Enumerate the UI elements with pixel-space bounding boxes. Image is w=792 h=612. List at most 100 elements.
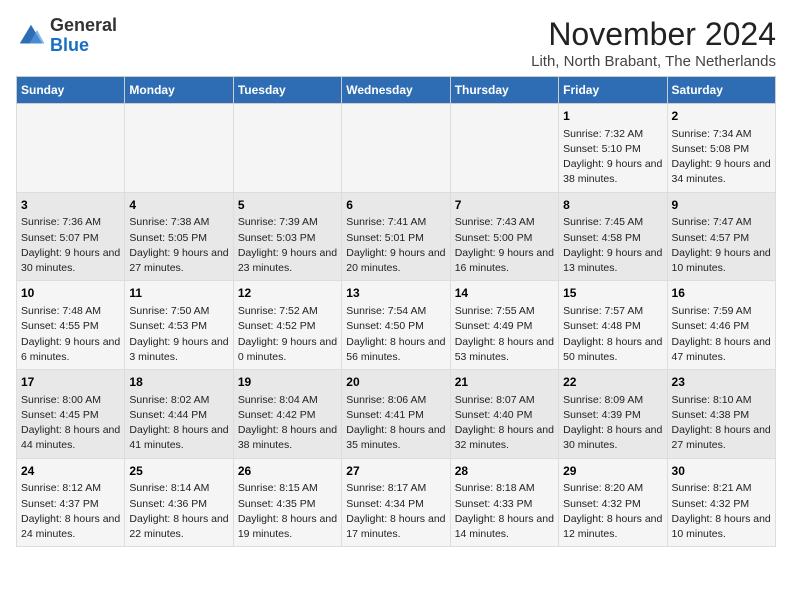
day-info: Sunrise: 8:20 AM Sunset: 4:32 PM Dayligh… (563, 481, 662, 542)
calendar-day-cell: 5Sunrise: 7:39 AM Sunset: 5:03 PM Daylig… (233, 192, 341, 281)
calendar-day-cell: 25Sunrise: 8:14 AM Sunset: 4:36 PM Dayli… (125, 458, 233, 547)
day-info: Sunrise: 8:07 AM Sunset: 4:40 PM Dayligh… (455, 393, 554, 454)
calendar-day-cell: 27Sunrise: 8:17 AM Sunset: 4:34 PM Dayli… (342, 458, 450, 547)
day-info: Sunrise: 8:10 AM Sunset: 4:38 PM Dayligh… (672, 393, 771, 454)
day-info: Sunrise: 8:02 AM Sunset: 4:44 PM Dayligh… (129, 393, 228, 454)
calendar-day-cell: 11 Sunrise: 7:50 AM Sunset: 4:53 PM Dayli… (125, 281, 233, 370)
day-number: 13 (346, 285, 445, 302)
day-of-week-header: Saturday (667, 77, 775, 104)
calendar-day-cell: 26Sunrise: 8:15 AM Sunset: 4:35 PM Dayli… (233, 458, 341, 547)
logo-general: General (50, 15, 117, 35)
calendar-day-cell: 14 Sunrise: 7:55 AM Sunset: 4:49 PM Dayli… (450, 281, 558, 370)
location-title: Lith, North Brabant, The Netherlands (531, 53, 776, 70)
day-info: Sunrise: 7:36 AM Sunset: 5:07 PM Dayligh… (21, 215, 120, 276)
day-number: 17 (21, 374, 120, 391)
day-info: Sunrise: 8:12 AM Sunset: 4:37 PM Dayligh… (21, 481, 120, 542)
day-info: Sunrise: 7:32 AM Sunset: 5:10 PM Dayligh… (563, 127, 662, 188)
day-info: Sunrise: 8:04 AM Sunset: 4:42 PM Dayligh… (238, 393, 337, 454)
calendar-day-cell (233, 104, 341, 193)
day-number: 4 (129, 197, 228, 214)
day-info: Sunrise: 8:15 AM Sunset: 4:35 PM Dayligh… (238, 481, 337, 542)
logo-icon (16, 21, 46, 51)
day-number: 15 (563, 285, 662, 302)
day-info: Sunrise: 7:54 AM Sunset: 4:50 PM Dayligh… (346, 304, 445, 365)
calendar-day-cell (342, 104, 450, 193)
logo-text: General Blue (50, 16, 117, 56)
calendar-day-cell: 18 Sunrise: 8:02 AM Sunset: 4:44 PM Dayli… (125, 370, 233, 459)
calendar-header-row: SundayMondayTuesdayWednesdayThursdayFrid… (17, 77, 776, 104)
day-of-week-header: Monday (125, 77, 233, 104)
calendar-day-cell: 8Sunrise: 7:45 AM Sunset: 4:58 PM Daylig… (559, 192, 667, 281)
day-number: 12 (238, 285, 337, 302)
calendar-day-cell: 28Sunrise: 8:18 AM Sunset: 4:33 PM Dayli… (450, 458, 558, 547)
day-number: 18 (129, 374, 228, 391)
day-number: 8 (563, 197, 662, 214)
calendar-day-cell: 4Sunrise: 7:38 AM Sunset: 5:05 PM Daylig… (125, 192, 233, 281)
calendar-day-cell: 10 Sunrise: 7:48 AM Sunset: 4:55 PM Dayli… (17, 281, 125, 370)
day-number: 16 (672, 285, 771, 302)
calendar-day-cell: 16Sunrise: 7:59 AM Sunset: 4:46 PM Dayli… (667, 281, 775, 370)
calendar-week-row: 24Sunrise: 8:12 AM Sunset: 4:37 PM Dayli… (17, 458, 776, 547)
day-number: 14 (455, 285, 554, 302)
day-number: 22 (563, 374, 662, 391)
day-info: Sunrise: 7:52 AM Sunset: 4:52 PM Dayligh… (238, 304, 337, 365)
day-info: Sunrise: 8:14 AM Sunset: 4:36 PM Dayligh… (129, 481, 228, 542)
calendar-day-cell: 23 Sunrise: 8:10 AM Sunset: 4:38 PM Dayli… (667, 370, 775, 459)
calendar-day-cell: 2 Sunrise: 7:34 AM Sunset: 5:08 PM Daylig… (667, 104, 775, 193)
day-info: Sunrise: 8:00 AM Sunset: 4:45 PM Dayligh… (21, 393, 120, 454)
calendar-day-cell (125, 104, 233, 193)
calendar-day-cell: 7Sunrise: 7:43 AM Sunset: 5:00 PM Daylig… (450, 192, 558, 281)
day-number: 24 (21, 463, 120, 480)
day-number: 30 (672, 463, 771, 480)
calendar-day-cell: 30Sunrise: 8:21 AM Sunset: 4:32 PM Dayli… (667, 458, 775, 547)
calendar-day-cell: 17 Sunrise: 8:00 AM Sunset: 4:45 PM Dayli… (17, 370, 125, 459)
title-area: November 2024 Lith, North Brabant, The N… (531, 16, 776, 70)
day-number: 7 (455, 197, 554, 214)
day-number: 27 (346, 463, 445, 480)
day-number: 29 (563, 463, 662, 480)
day-number: 5 (238, 197, 337, 214)
day-of-week-header: Tuesday (233, 77, 341, 104)
day-info: Sunrise: 7:34 AM Sunset: 5:08 PM Dayligh… (672, 127, 771, 188)
logo-blue: Blue (50, 35, 89, 55)
day-info: Sunrise: 7:57 AM Sunset: 4:48 PM Dayligh… (563, 304, 662, 365)
calendar-day-cell: 1Sunrise: 7:32 AM Sunset: 5:10 PM Daylig… (559, 104, 667, 193)
day-info: Sunrise: 8:18 AM Sunset: 4:33 PM Dayligh… (455, 481, 554, 542)
day-info: Sunrise: 7:45 AM Sunset: 4:58 PM Dayligh… (563, 215, 662, 276)
day-info: Sunrise: 7:47 AM Sunset: 4:57 PM Dayligh… (672, 215, 771, 276)
day-info: Sunrise: 7:50 AM Sunset: 4:53 PM Dayligh… (129, 304, 228, 365)
day-number: 28 (455, 463, 554, 480)
calendar-day-cell: 12 Sunrise: 7:52 AM Sunset: 4:52 PM Dayli… (233, 281, 341, 370)
day-info: Sunrise: 7:48 AM Sunset: 4:55 PM Dayligh… (21, 304, 120, 365)
day-info: Sunrise: 8:09 AM Sunset: 4:39 PM Dayligh… (563, 393, 662, 454)
day-of-week-header: Sunday (17, 77, 125, 104)
day-info: Sunrise: 7:55 AM Sunset: 4:49 PM Dayligh… (455, 304, 554, 365)
calendar-week-row: 10 Sunrise: 7:48 AM Sunset: 4:55 PM Dayli… (17, 281, 776, 370)
calendar-day-cell: 6Sunrise: 7:41 AM Sunset: 5:01 PM Daylig… (342, 192, 450, 281)
calendar-day-cell: 24Sunrise: 8:12 AM Sunset: 4:37 PM Dayli… (17, 458, 125, 547)
day-number: 11 (129, 285, 228, 302)
calendar-week-row: 17 Sunrise: 8:00 AM Sunset: 4:45 PM Dayli… (17, 370, 776, 459)
day-info: Sunrise: 7:41 AM Sunset: 5:01 PM Dayligh… (346, 215, 445, 276)
day-info: Sunrise: 8:17 AM Sunset: 4:34 PM Dayligh… (346, 481, 445, 542)
calendar-week-row: 1Sunrise: 7:32 AM Sunset: 5:10 PM Daylig… (17, 104, 776, 193)
day-info: Sunrise: 7:43 AM Sunset: 5:00 PM Dayligh… (455, 215, 554, 276)
day-number: 6 (346, 197, 445, 214)
day-number: 19 (238, 374, 337, 391)
day-number: 9 (672, 197, 771, 214)
calendar-day-cell: 20Sunrise: 8:06 AM Sunset: 4:41 PM Dayli… (342, 370, 450, 459)
day-number: 10 (21, 285, 120, 302)
day-number: 21 (455, 374, 554, 391)
day-of-week-header: Friday (559, 77, 667, 104)
calendar: SundayMondayTuesdayWednesdayThursdayFrid… (16, 76, 776, 547)
calendar-day-cell: 3Sunrise: 7:36 AM Sunset: 5:07 PM Daylig… (17, 192, 125, 281)
calendar-day-cell: 19 Sunrise: 8:04 AM Sunset: 4:42 PM Dayli… (233, 370, 341, 459)
day-info: Sunrise: 8:06 AM Sunset: 4:41 PM Dayligh… (346, 393, 445, 454)
calendar-day-cell: 21 Sunrise: 8:07 AM Sunset: 4:40 PM Dayli… (450, 370, 558, 459)
calendar-day-cell (17, 104, 125, 193)
day-number: 2 (672, 108, 771, 125)
day-number: 23 (672, 374, 771, 391)
calendar-day-cell: 29Sunrise: 8:20 AM Sunset: 4:32 PM Dayli… (559, 458, 667, 547)
calendar-day-cell: 22 Sunrise: 8:09 AM Sunset: 4:39 PM Dayli… (559, 370, 667, 459)
day-of-week-header: Wednesday (342, 77, 450, 104)
